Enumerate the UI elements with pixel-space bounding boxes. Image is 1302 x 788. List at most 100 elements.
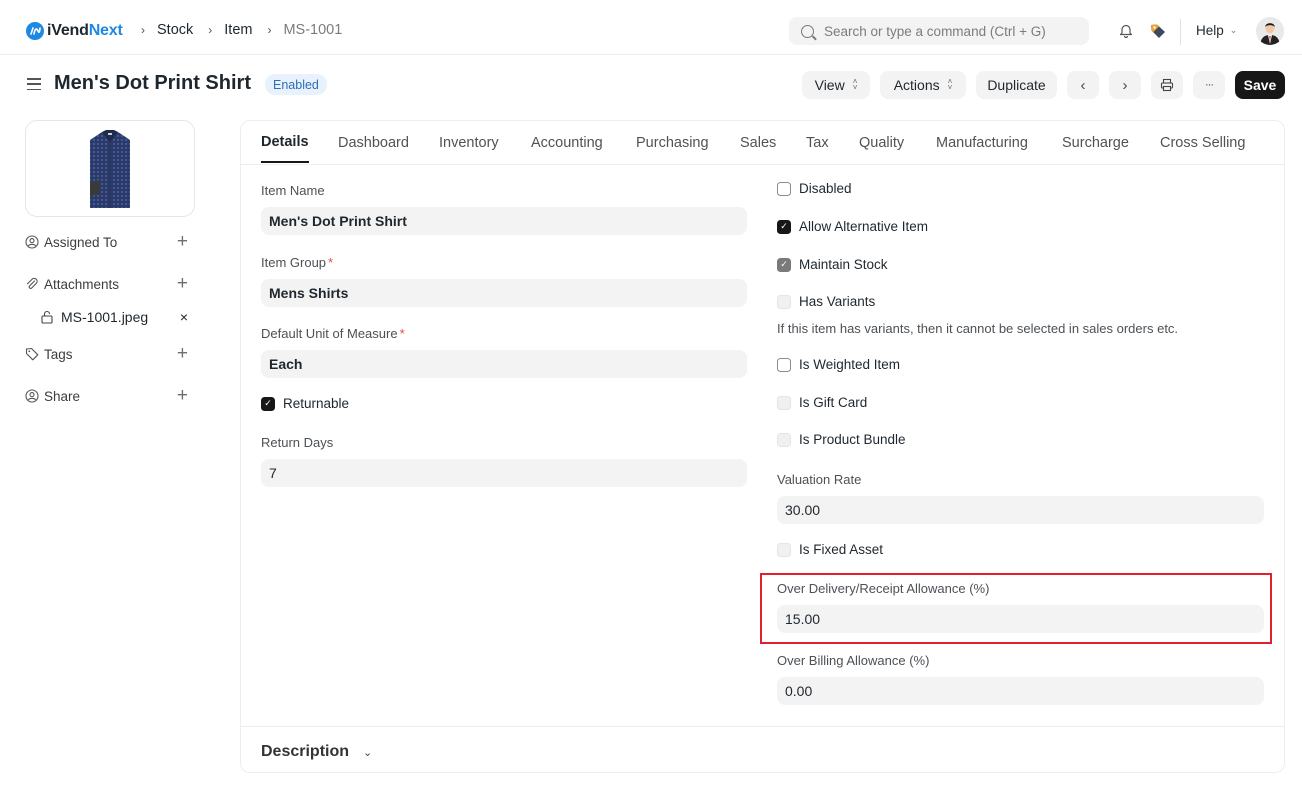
has-variants-checkbox: Has Variants (777, 294, 875, 309)
logo-text: iVendNext (47, 22, 123, 39)
navbar: iVendNext › Stock › Item › MS-1001 Help … (0, 0, 1302, 55)
sidebar-assigned-to[interactable]: Assigned To + (25, 231, 195, 253)
description-section[interactable]: Description ⌄ (241, 726, 1284, 773)
previous-record-button[interactable]: ‹ (1067, 71, 1099, 99)
uom-input[interactable] (261, 350, 747, 378)
bell-icon[interactable] (1119, 23, 1133, 38)
tab-purchasing[interactable]: Purchasing (636, 135, 709, 164)
over-delivery-input[interactable] (777, 605, 1264, 633)
sidebar-share[interactable]: Share + (25, 385, 195, 407)
view-label: View (814, 77, 845, 93)
tab-inventory[interactable]: Inventory (439, 135, 499, 164)
item-name-label: Item Name (261, 183, 325, 198)
assigned-to-label: Assigned To (44, 234, 118, 250)
tab-manufacturing[interactable]: Manufacturing (936, 135, 1028, 164)
breadcrumb-item[interactable]: Item (224, 22, 252, 38)
ellipsis-icon: ··· (1205, 79, 1214, 91)
checkbox-disabled-icon (777, 395, 791, 410)
next-record-button[interactable]: › (1109, 71, 1141, 99)
attachments-label: Attachments (44, 276, 120, 292)
over-billing-label: Over Billing Allowance (%) (777, 653, 930, 668)
search-bar[interactable] (789, 17, 1089, 45)
item-image-card[interactable] (25, 120, 195, 217)
chevron-right-icon: › (1122, 76, 1128, 94)
search-input[interactable] (824, 23, 1084, 39)
tab-details[interactable]: Details (261, 134, 309, 163)
breadcrumb-stock[interactable]: Stock (157, 22, 193, 38)
allow-alternative-checkbox[interactable]: ✓ Allow Alternative Item (777, 219, 928, 234)
breadcrumb-current[interactable]: MS-1001 (283, 22, 342, 38)
attachment-item[interactable]: MS-1001.jpeg × (40, 307, 195, 327)
save-button[interactable]: Save (1235, 71, 1285, 99)
page-head: Men's Dot Print Shirt Enabled View ˄ ˅ Ac… (0, 55, 1302, 115)
chevron-down-icon[interactable]: ⌄ (363, 746, 372, 759)
breadcrumb-separator: › (208, 23, 213, 37)
tab-dashboard[interactable]: Dashboard (338, 135, 409, 164)
view-button[interactable]: View ˄ ˅ (802, 71, 870, 99)
item-group-label: Item Group * (261, 255, 334, 270)
add-tag-icon[interactable]: + (177, 343, 188, 365)
is-gift-card-label: Is Gift Card (799, 395, 868, 410)
returnable-checkbox[interactable]: ✓ Returnable (261, 396, 349, 411)
checkbox-unchecked-icon[interactable] (777, 357, 791, 372)
item-group-input[interactable] (261, 279, 747, 307)
maintain-stock-checkbox[interactable]: ✓ Maintain Stock (777, 257, 888, 272)
sort-chevron-icon: ˄ ˅ (947, 77, 953, 92)
checkbox-disabled-icon (777, 542, 791, 557)
paperclip-icon (25, 277, 39, 291)
tab-sales[interactable]: Sales (740, 135, 776, 164)
more-options-button[interactable]: ··· (1193, 71, 1225, 99)
add-attachment-icon[interactable]: + (177, 273, 188, 295)
has-variants-help: If this item has variants, then it canno… (777, 321, 1179, 336)
sidebar-attachments[interactable]: Attachments + (25, 273, 195, 295)
breadcrumb: › Stock › Item › MS-1001 (141, 22, 357, 38)
unlock-icon (40, 310, 54, 324)
share-user-icon (25, 389, 39, 403)
disabled-checkbox[interactable]: Disabled (777, 181, 852, 196)
logo-icon (26, 22, 44, 40)
tab-tax[interactable]: Tax (806, 135, 829, 164)
tab-cross-selling[interactable]: Cross Selling (1160, 135, 1245, 164)
add-assignee-icon[interactable]: + (177, 231, 188, 253)
nav-divider (1180, 19, 1181, 45)
duplicate-button[interactable]: Duplicate (976, 71, 1057, 99)
checkbox-checked-icon[interactable]: ✓ (261, 396, 275, 411)
help-menu[interactable]: Help ⌄ (1196, 23, 1237, 38)
checkbox-checked-icon[interactable]: ✓ (777, 219, 791, 234)
return-days-input[interactable] (261, 459, 747, 487)
sidebar-toggle-icon[interactable] (27, 78, 41, 90)
tab-accounting[interactable]: Accounting (531, 135, 603, 164)
tab-quality[interactable]: Quality (859, 135, 904, 164)
valuation-rate-input[interactable] (777, 496, 1264, 524)
description-title: Description (261, 743, 350, 760)
app-logo[interactable]: iVendNext (26, 22, 123, 40)
status-badge: Enabled (265, 74, 327, 95)
attachment-name[interactable]: MS-1001.jpeg (61, 309, 148, 325)
returnable-label: Returnable (283, 396, 350, 411)
breadcrumb-separator: › (267, 23, 272, 37)
checkbox-disabled-icon (777, 294, 791, 309)
avatar[interactable] (1256, 17, 1284, 45)
is-product-bundle-checkbox: Is Product Bundle (777, 432, 906, 447)
chevron-left-icon: ‹ (1080, 76, 1086, 94)
add-share-icon[interactable]: + (177, 385, 188, 407)
tag-icon[interactable] (1150, 23, 1166, 39)
tab-surcharge[interactable]: Surcharge (1062, 135, 1129, 164)
help-label: Help (1196, 23, 1224, 38)
tags-label: Tags (44, 346, 73, 362)
is-gift-card-checkbox: Is Gift Card (777, 395, 867, 410)
remove-attachment-icon[interactable]: × (180, 309, 188, 325)
maintain-stock-label: Maintain Stock (799, 257, 888, 272)
actions-label: Actions (893, 77, 940, 93)
printer-icon (1160, 78, 1174, 92)
is-weighted-checkbox[interactable]: Is Weighted Item (777, 357, 900, 372)
valuation-rate-label: Valuation Rate (777, 472, 862, 487)
checkbox-unchecked-icon[interactable] (777, 181, 791, 196)
sort-chevron-icon: ˄ ˅ (852, 77, 858, 92)
actions-button[interactable]: Actions ˄ ˅ (880, 71, 966, 99)
item-name-input[interactable] (261, 207, 747, 235)
sidebar-tags[interactable]: Tags + (25, 343, 195, 365)
over-billing-input[interactable] (777, 677, 1264, 705)
disabled-label: Disabled (799, 181, 852, 196)
print-button[interactable] (1151, 71, 1183, 99)
